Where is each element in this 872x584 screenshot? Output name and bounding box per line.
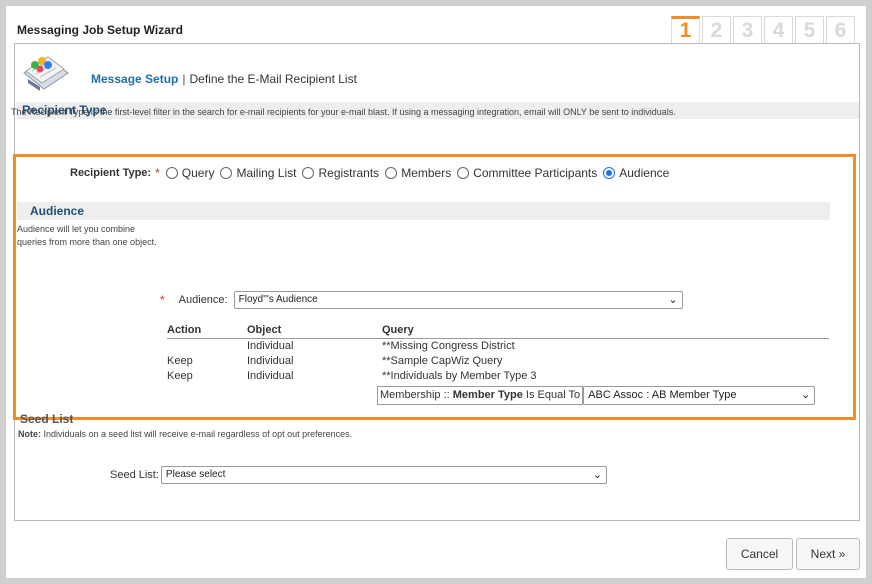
cell-object: Individual [247,340,294,352]
radio-circle[interactable] [385,167,398,179]
audience-section-title: Audience [17,202,830,220]
recipient-type-row: Recipient Type: * Query Mailing List Reg… [70,166,675,180]
breadcrumb: Message Setup | Define the E-Mail Recipien… [91,72,357,86]
radio-circle[interactable] [302,167,315,179]
cell-action [167,339,247,354]
wizard-title: Messaging Job Setup Wizard [17,23,183,37]
radio-label-query: Query [181,166,215,180]
seed-list-select[interactable]: Please select ⌄ [160,466,607,484]
cell-object: Individual [247,355,294,367]
radio-registrants[interactable]: Registrants [302,166,379,180]
chevron-down-icon: ⌄ [668,294,678,306]
filter-expression: Membership :: Member Type Is Equal To [377,386,584,405]
cell-query: **Individuals by Member Type 3 [382,370,537,382]
recipient-type-description: The Recipient Type is the first-level fi… [11,107,676,117]
message-setup-link[interactable]: Message Setup [91,72,178,86]
query-filter: Membership :: Member Type Is Equal To AB… [377,386,816,405]
seed-note-label: Note: [18,429,41,439]
breadcrumb-separator: | [182,72,186,86]
audience-row: * Audience: Floyd'''s Audience ⌄ [160,291,683,309]
filter-value-select[interactable]: ABC Assoc : AB Member Type ⌄ [583,386,816,405]
cell-object: Individual [247,370,294,382]
step-5[interactable]: 5 [795,16,824,44]
filter-prefix: Membership :: [380,389,450,401]
radio-circle[interactable] [220,167,233,179]
column-header-object: Object [247,324,282,336]
seed-list-section-title: Seed List [20,412,74,426]
cell-action: Keep [167,370,193,382]
cell-action: Keep [167,355,193,367]
audience-select[interactable]: Floyd'''s Audience ⌄ [233,291,683,309]
audience-label: Audience: [178,294,228,306]
message-setup-icon [23,56,69,91]
radio-members[interactable]: Members [385,166,451,180]
wizard-steps: 1 2 3 4 5 6 [671,16,855,44]
radio-mailing-list[interactable]: Mailing List [220,166,296,180]
radio-audience[interactable]: Audience [603,166,669,180]
seed-list-select-value: Please select [165,469,226,480]
recipient-type-label: Recipient Type: [70,167,152,179]
step-1[interactable]: 1 [671,16,700,44]
next-button[interactable]: Next » [796,538,860,570]
table-header: Action Object Query [167,324,829,339]
chevron-down-icon: ⌄ [800,389,811,401]
radio-label-audience: Audience [619,166,670,180]
cell-query: **Sample CapWiz Query [382,355,503,367]
radio-query[interactable]: Query [165,166,215,180]
radio-circle-selected[interactable] [603,167,616,179]
step-2[interactable]: 2 [702,16,731,44]
radio-circle[interactable] [165,167,178,179]
seed-list-row: Seed List: Please select ⌄ [110,466,607,484]
table-row: Keep Individual **Sample CapWiz Query [167,354,829,369]
step-4[interactable]: 4 [764,16,793,44]
filter-value: ABC Assoc : AB Member Type [588,389,737,401]
seed-list-label: Seed List: [110,469,159,481]
cell-query: **Missing Congress District [382,340,515,352]
seed-note-text: Individuals on a seed list will receive … [43,429,353,439]
column-header-query: Query [382,324,414,336]
step-3[interactable]: 3 [733,16,762,44]
audience-description: Audience will let you combine queries fr… [17,224,157,247]
required-marker: * [160,293,165,307]
filter-field: Member Type [452,389,523,401]
radio-label-registrants: Registrants [318,166,380,180]
radio-label-committee-participants: Committee Participants [473,166,598,180]
required-marker: * [155,166,160,180]
table-row: Keep Individual **Individuals by Member … [167,369,829,384]
chevron-down-icon: ⌄ [592,469,602,481]
radio-committee-participants[interactable]: Committee Participants [457,166,597,180]
table-row: Individual **Missing Congress District [167,339,829,354]
page-subtitle: Define the E-Mail Recipient List [189,72,357,86]
step-6[interactable]: 6 [826,16,855,44]
seed-list-note: Note: Individuals on a seed list will re… [18,429,352,439]
filter-operator: Is Equal To [525,389,581,401]
radio-label-mailing-list: Mailing List [236,166,297,180]
radio-label-members: Members [401,166,452,180]
audience-table: Action Object Query Individual **Missing… [167,324,829,384]
audience-select-value: Floyd'''s Audience [238,294,318,305]
cancel-button[interactable]: Cancel [726,538,793,570]
column-header-action: Action [167,324,202,336]
radio-circle[interactable] [457,167,470,179]
